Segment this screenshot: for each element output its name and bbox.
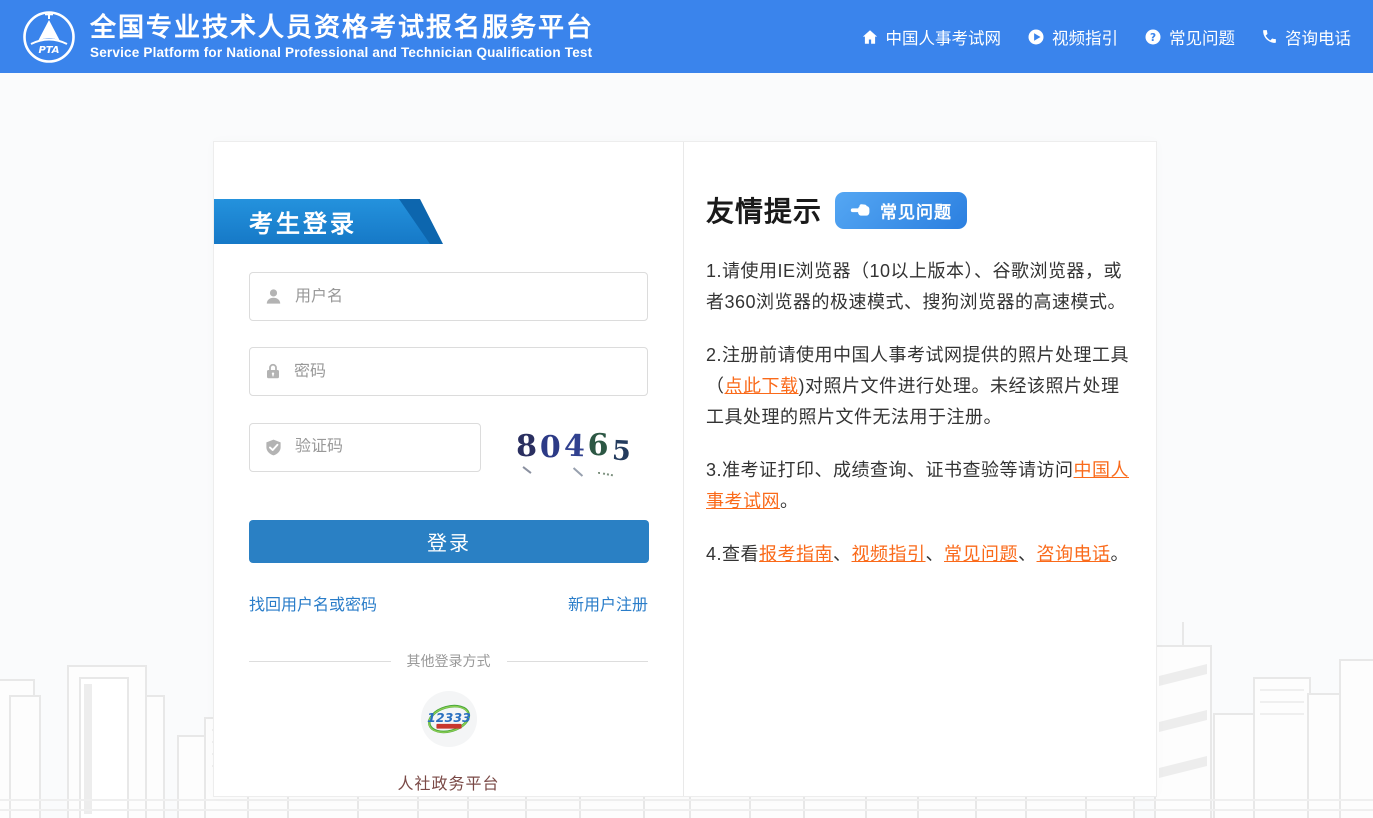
faq-badge-label: 常见问题: [880, 198, 952, 223]
tips-header: 友情提示 常见问题: [706, 190, 1134, 230]
nav-link-video-guide[interactable]: 视频指引: [1027, 25, 1118, 49]
play-circle-icon: [1027, 28, 1045, 46]
tip-text: 、: [833, 544, 852, 564]
tips-section: 友情提示 常见问题 1.请使用IE浏览器（10以上版本）、谷歌浏览器，或者360…: [684, 142, 1156, 796]
nav-label: 常见问题: [1169, 25, 1235, 49]
captcha-row: 80465: [249, 422, 648, 472]
tip-text: 、: [926, 544, 945, 564]
header-titles: 全国专业技术人员资格考试报名服务平台 Service Platform for …: [90, 13, 594, 61]
nav-link-faq[interactable]: ? 常见问题: [1144, 25, 1235, 49]
hand-pointing-left-icon: [850, 202, 871, 218]
question-circle-icon: ?: [1144, 28, 1162, 46]
nav-label: 咨询电话: [1285, 25, 1351, 49]
tips-list: 1.请使用IE浏览器（10以上版本）、谷歌浏览器，或者360浏览器的极速模式、搜…: [706, 256, 1134, 570]
tip-text: 4.查看: [706, 544, 759, 564]
captcha-input[interactable]: [295, 438, 502, 456]
svg-text:12333: 12333: [427, 710, 471, 725]
tip-text: 。: [1111, 544, 1130, 564]
user-icon: [264, 287, 283, 306]
nav-label: 中国人事考试网: [886, 25, 1002, 49]
sso-platform-label: 人社政务平台: [214, 770, 683, 794]
svg-text:?: ?: [1150, 31, 1156, 43]
nav-link-china-personnel-exam[interactable]: 中国人事考试网: [861, 25, 1002, 49]
shield-check-icon: [264, 438, 283, 457]
tips-title: 友情提示: [706, 190, 822, 230]
username-field-wrap: [249, 272, 648, 321]
password-input[interactable]: [294, 363, 633, 381]
page-subtitle: Service Platform for National Profession…: [90, 45, 594, 60]
other-login-label: 其他登录方式: [407, 651, 491, 671]
pta-logo: PTA: [22, 10, 76, 64]
tip-link[interactable]: 点此下载: [725, 376, 799, 396]
nav-link-phone[interactable]: 咨询电话: [1261, 25, 1351, 49]
page-title: 全国专业技术人员资格考试报名服务平台: [90, 13, 594, 43]
svg-text:PTA: PTA: [38, 45, 59, 56]
tip-paragraph: 2.注册前请使用中国人事考试网提供的照片处理工具（点此下载)对照片文件进行处理。…: [706, 340, 1134, 433]
new-user-register-link[interactable]: 新用户注册: [568, 591, 648, 615]
login-ribbon: 考生登录: [214, 199, 454, 244]
forgot-credentials-link[interactable]: 找回用户名或密码: [249, 591, 377, 615]
app-header: PTA 全国专业技术人员资格考试报名服务平台 Service Platform …: [0, 0, 1373, 73]
tip-link[interactable]: 常见问题: [944, 544, 1018, 564]
captcha-digits: 80465: [516, 422, 646, 473]
username-input[interactable]: [295, 288, 633, 306]
tip-link[interactable]: 咨询电话: [1037, 544, 1111, 564]
login-button[interactable]: 登录: [249, 520, 649, 563]
login-form: 80465: [214, 244, 683, 472]
tip-text: 。: [780, 491, 799, 511]
tip-paragraph: 1.请使用IE浏览器（10以上版本）、谷歌浏览器，或者360浏览器的极速模式、搜…: [706, 256, 1134, 318]
sso-area: 12333 人社政务平台: [214, 690, 683, 794]
tip-paragraph: 3.准考证打印、成绩查询、证书查验等请访问中国人事考试网。: [706, 455, 1134, 517]
login-section: 考生登录 80465: [214, 142, 684, 796]
home-icon: [861, 28, 879, 46]
phone-icon: [1261, 28, 1278, 45]
main-panel: 考生登录 80465: [213, 141, 1157, 797]
nav-label: 视频指引: [1052, 25, 1118, 49]
sso-12333-logo[interactable]: 12333: [420, 690, 478, 748]
other-login-divider: 其他登录方式: [249, 651, 648, 671]
login-title: 考生登录: [249, 204, 357, 239]
captcha-field-wrap: [249, 423, 481, 472]
login-links-row: 找回用户名或密码 新用户注册: [249, 591, 648, 615]
faq-badge-button[interactable]: 常见问题: [835, 192, 967, 229]
tip-text: 3.准考证打印、成绩查询、证书查验等请访问: [706, 460, 1074, 480]
password-field-wrap: [249, 347, 648, 396]
tip-link[interactable]: 视频指引: [852, 544, 926, 564]
tip-text: 1.请使用IE浏览器（10以上版本）、谷歌浏览器，或者360浏览器的极速模式、搜…: [706, 261, 1126, 312]
lock-icon: [264, 362, 282, 381]
tip-link[interactable]: 报考指南: [759, 544, 833, 564]
tip-paragraph: 4.查看报考指南、视频指引、常见问题、咨询电话。: [706, 539, 1134, 570]
tip-text: 、: [1018, 544, 1037, 564]
captcha-image[interactable]: 80465: [516, 422, 646, 472]
top-nav: 中国人事考试网 视频指引 ? 常见问题 咨询电话: [861, 25, 1352, 49]
